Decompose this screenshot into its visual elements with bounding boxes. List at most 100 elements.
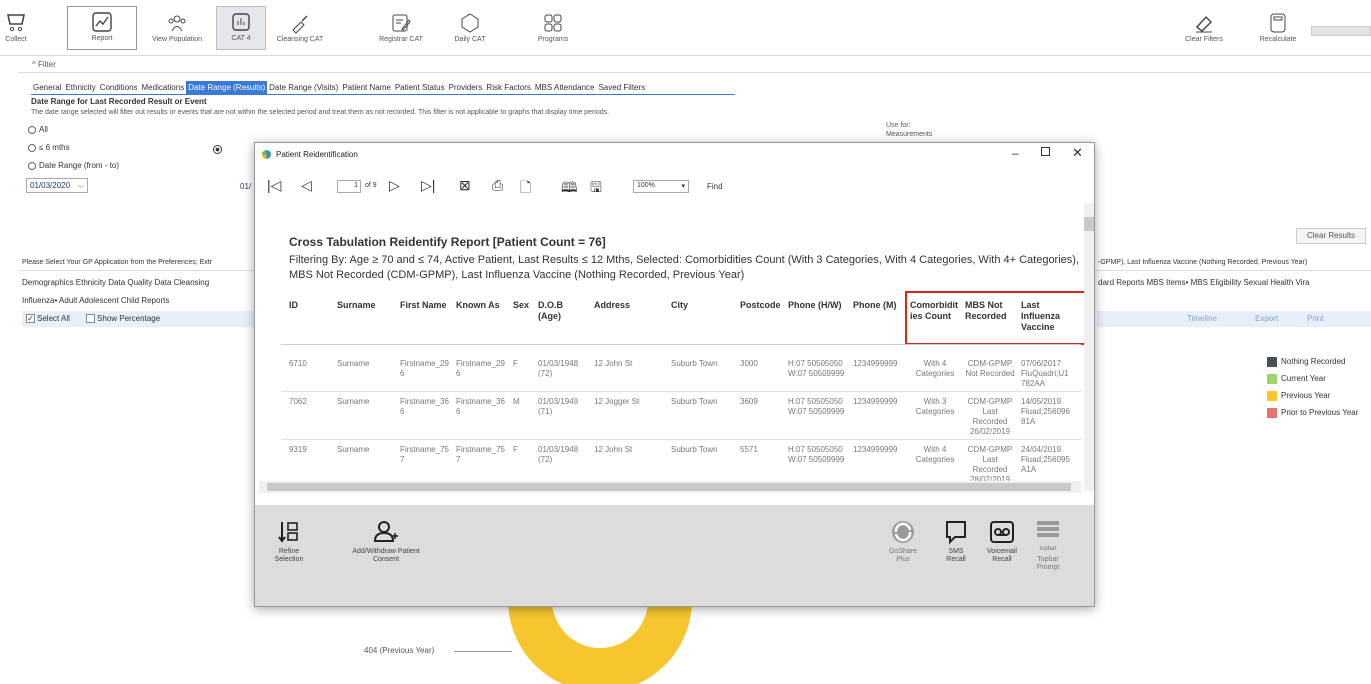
filter-tab[interactable]: Date Range (Results) [186, 81, 268, 94]
table-cell-comorb: With 3 Categories [915, 397, 955, 416]
report-button[interactable]: Report [67, 6, 137, 50]
population-icon [168, 15, 186, 32]
table-cell-sex: F [513, 359, 518, 368]
scroll-thumb[interactable] [267, 483, 1071, 491]
find-button[interactable]: Find [707, 182, 723, 191]
voicemail-recall-button[interactable]: Voicemail Recall [984, 519, 1020, 564]
programs-label: Programs [537, 36, 569, 43]
select-all-checkbox[interactable]: ✓ Select All [26, 314, 70, 324]
divider [18, 72, 1371, 73]
sub-tabs[interactable]: Influenza• Adult Adolescent Child Report… [22, 296, 169, 305]
scroll-thumb[interactable] [1084, 217, 1094, 231]
table-cell-dob: 01/03/1948 (72) [538, 359, 579, 378]
show-percentage-checkbox[interactable]: Show Percentage [86, 314, 160, 324]
report-tabs-right[interactable]: dard Reports MBS Items• MBS Eligibility … [1098, 278, 1310, 287]
clear-filters-button[interactable]: Clear Filters [1176, 12, 1232, 54]
table-cell-postcode: 3609 [740, 397, 758, 406]
daily-cat-button[interactable]: Daily CAT [442, 12, 498, 54]
registrar-cat-button[interactable]: Registrar CAT [373, 12, 429, 54]
table-cell-id: 6710 [289, 359, 307, 368]
view-population-button[interactable]: View Population [143, 12, 211, 54]
col-city: City [671, 300, 689, 310]
filter-toggle[interactable]: ^ Filter [32, 60, 56, 69]
radio-all[interactable]: All [28, 125, 48, 134]
radio-circle [28, 161, 36, 170]
report-canvas: Cross Tabulation Reidentify Report [Pati… [255, 201, 1094, 491]
last-page-icon[interactable]: ▷| [421, 177, 435, 194]
recalculate-button[interactable]: Recalculate [1250, 12, 1306, 54]
table-cell-known: Firstname_29 6 [456, 359, 505, 378]
filter-tab[interactable]: Patient Status [393, 81, 447, 94]
legend-label: Previous Year [1281, 391, 1331, 401]
registrar-cat-label: Registrar CAT [379, 36, 423, 43]
report-tabs-left[interactable]: Demographics Ethnicity Data Quality Data… [22, 278, 209, 287]
daily-cat-label: Daily CAT [454, 36, 486, 43]
maximize-icon[interactable] [1041, 147, 1050, 156]
filter-tab[interactable]: Medications [140, 81, 187, 94]
filter-tab[interactable]: Date Range (Visits) [267, 81, 340, 94]
daily-cat-icon [461, 13, 479, 33]
close-icon[interactable]: ✕ [1072, 145, 1083, 161]
first-page-icon[interactable]: |◁ [267, 177, 281, 194]
from-date-select[interactable]: 01/03/2020 ⌵ [26, 178, 88, 193]
page-number-input[interactable]: 1 [337, 180, 361, 193]
print-icon[interactable]: ⎙ [492, 177, 503, 194]
radio-date-range[interactable]: Date Range (from - to) [28, 161, 119, 170]
filter-tab[interactable]: Patient Name [340, 81, 392, 94]
brush-icon [292, 15, 308, 34]
sms-recall-button[interactable]: SMS Recall [938, 519, 974, 564]
selection-bar-right: Timeline Export Print [1097, 311, 1371, 327]
collect-button[interactable]: Collect [0, 12, 32, 54]
app-logo-icon [262, 150, 271, 159]
export-save-icon[interactable]: 🖫 [590, 177, 602, 201]
vertical-scrollbar[interactable] [1084, 203, 1094, 491]
cat4-button[interactable]: CAT 4 [216, 6, 266, 50]
filter-tab[interactable]: Saved Filters [596, 81, 647, 94]
voicemail-recall-label: Voicemail Recall [987, 548, 1017, 563]
radio-circle [28, 143, 36, 152]
programs-button[interactable]: Programs [525, 12, 581, 54]
cat4-icon [232, 13, 250, 31]
table-cell-first: Firstname_75 7 [400, 445, 449, 464]
horizontal-scrollbar[interactable] [259, 481, 1081, 493]
radio-selected-icon[interactable] [213, 145, 222, 154]
report-filter-text: Filtering By: Age ≥ 70 and ≤ 74, Active … [289, 254, 1080, 281]
legend-nothing-recorded: Nothing Recorded [1267, 357, 1345, 367]
timeline-button[interactable]: Timeline [1187, 314, 1217, 323]
goshare-plus-label: GoShare Plus [888, 548, 918, 563]
filter-tab[interactable]: General [31, 81, 63, 94]
layout-book-icon[interactable]: 🕮 [561, 177, 578, 201]
filter-tab[interactable]: Providers [447, 81, 485, 94]
add-withdraw-consent-button[interactable]: Add/Withdraw Patient Consent [351, 519, 421, 564]
report-chart-icon [92, 12, 112, 32]
topbar-prompt-button[interactable]: topbar Topbar Prompt [1030, 519, 1066, 572]
export-button[interactable]: Export [1255, 314, 1278, 323]
table-cell-flu: 07/06/2017 FluQuadri;U1 782AA [1021, 359, 1069, 388]
stop-icon[interactable]: ⊠ [459, 177, 471, 194]
table-cell-dob: 01/03/1949 (71) [538, 397, 579, 416]
col-address: Address [594, 300, 631, 310]
clear-results-button[interactable]: Clear Results [1296, 228, 1366, 244]
filter-tab[interactable]: Ethnicity [63, 81, 97, 94]
to-date-select[interactable]: 01/ [240, 182, 251, 191]
filter-tab[interactable]: Risk Factors [484, 81, 532, 94]
radio-date-range-label: Date Range (from - to) [39, 161, 120, 170]
radio-6mths[interactable]: ≤ 6 mths [28, 143, 70, 152]
ribbon-scroll-control[interactable] [1311, 26, 1371, 36]
table-cell-surname: Surname [337, 397, 370, 406]
next-page-icon[interactable]: ▷ [389, 177, 400, 194]
previous-page-icon[interactable]: ◁ [301, 177, 312, 194]
minimize-icon[interactable]: – [1012, 146, 1019, 160]
print-button[interactable]: Print [1307, 314, 1323, 323]
cleansing-cat-button[interactable]: Cleansing CAT [272, 12, 328, 54]
filter-tab[interactable]: MBS Attendance [533, 81, 597, 94]
clear-filters-label: Clear Filters [1185, 36, 1223, 43]
zoom-select[interactable]: 100% ▾ [633, 180, 689, 193]
page-setup-icon[interactable]: 🗋 [520, 177, 531, 201]
refine-selection-button[interactable]: Refine Selection [271, 519, 307, 564]
donut-slice-previous-year[interactable] [508, 600, 692, 684]
filter-tab[interactable]: Conditions [98, 81, 140, 94]
goshare-plus-button[interactable]: GoShare Plus [885, 519, 921, 564]
radio-6mths-label: ≤ 6 mths [39, 143, 70, 152]
cart-icon [7, 14, 25, 32]
